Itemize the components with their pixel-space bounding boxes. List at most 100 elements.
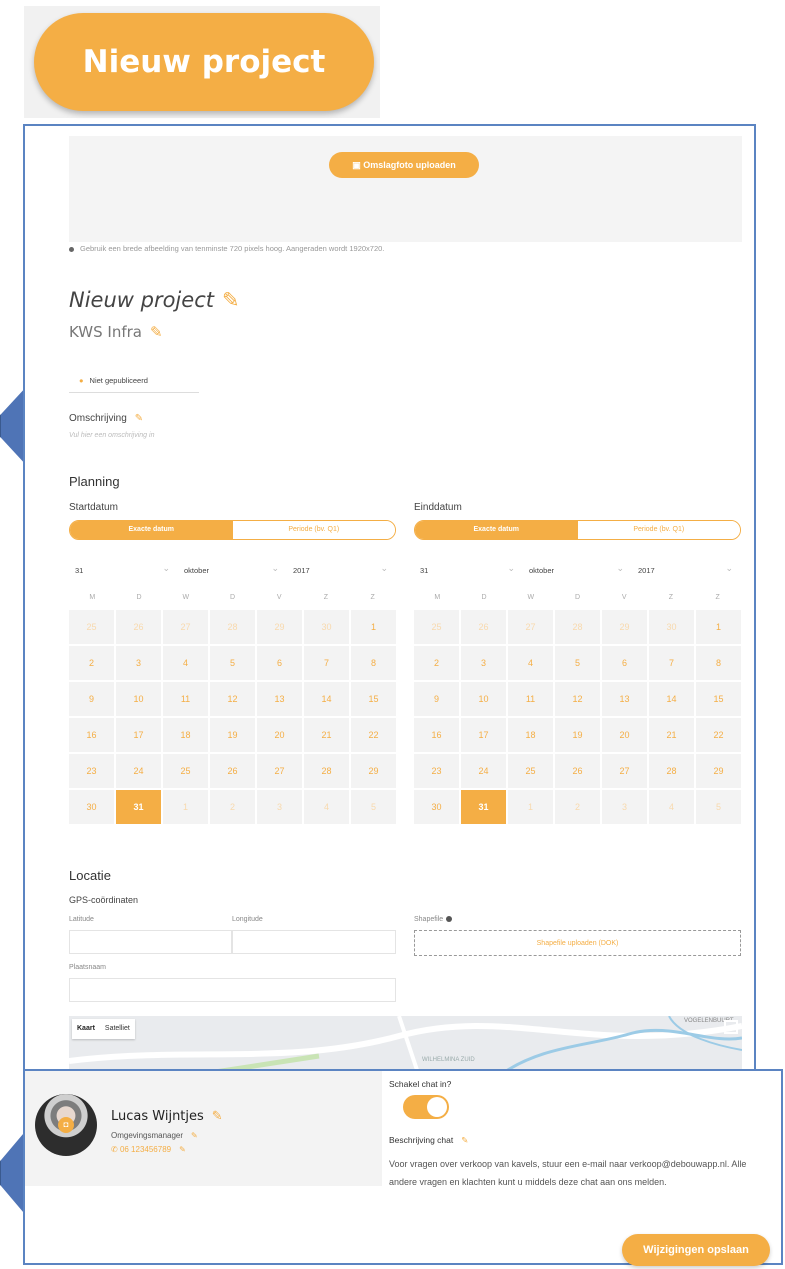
calendar-day[interactable]: 12 xyxy=(555,682,600,716)
end-year-select[interactable]: 2017 xyxy=(632,559,741,580)
calendar-day[interactable]: 22 xyxy=(351,718,396,752)
calendar-day[interactable]: 8 xyxy=(696,646,741,680)
calendar-day[interactable]: 5 xyxy=(210,646,255,680)
place-input[interactable] xyxy=(69,978,396,1002)
calendar-day[interactable]: 2 xyxy=(414,646,459,680)
calendar-day[interactable]: 5 xyxy=(351,790,396,824)
calendar-day[interactable]: 12 xyxy=(210,682,255,716)
pencil-icon[interactable]: ✎ xyxy=(212,1109,223,1124)
calendar-day[interactable]: 3 xyxy=(257,790,302,824)
info-icon[interactable] xyxy=(446,916,453,923)
latitude-input[interactable] xyxy=(69,930,232,954)
calendar-day[interactable]: 3 xyxy=(461,646,506,680)
calendar-day[interactable]: 7 xyxy=(304,646,349,680)
calendar-day[interactable]: 23 xyxy=(69,754,114,788)
calendar-day[interactable]: 17 xyxy=(461,718,506,752)
calendar-day[interactable]: 4 xyxy=(508,646,553,680)
company-name[interactable]: KWS Infra ✎ xyxy=(69,323,163,341)
calendar-day[interactable]: 9 xyxy=(414,682,459,716)
calendar-day[interactable]: 14 xyxy=(649,682,694,716)
pencil-icon[interactable]: ✎ xyxy=(150,323,163,341)
calendar-day[interactable]: 6 xyxy=(257,646,302,680)
calendar-day[interactable]: 26 xyxy=(555,754,600,788)
calendar-day[interactable]: 16 xyxy=(69,718,114,752)
calendar-day[interactable]: 31 xyxy=(116,790,161,824)
calendar-day[interactable]: 27 xyxy=(602,754,647,788)
calendar-day[interactable]: 14 xyxy=(304,682,349,716)
calendar-day[interactable]: 3 xyxy=(602,790,647,824)
calendar-day[interactable]: 11 xyxy=(163,682,208,716)
pencil-icon[interactable]: ✎ xyxy=(191,1131,198,1140)
calendar-day[interactable]: 4 xyxy=(649,790,694,824)
calendar-day[interactable]: 21 xyxy=(304,718,349,752)
map-view[interactable]: Kaart Satelliet VOGELENBUURT WILHELMINA … xyxy=(69,1016,742,1069)
calendar-day[interactable]: 28 xyxy=(304,754,349,788)
calendar-day[interactable]: 15 xyxy=(696,682,741,716)
chat-description-text[interactable]: Voor vragen over verkoop van kavels, stu… xyxy=(389,1155,769,1191)
avatar[interactable]: ◘ xyxy=(35,1094,97,1156)
calendar-day[interactable]: 24 xyxy=(461,754,506,788)
satellite-tab[interactable]: Satelliet xyxy=(100,1019,135,1039)
calendar-day[interactable]: 2 xyxy=(69,646,114,680)
new-project-button[interactable]: Nieuw project xyxy=(34,13,374,111)
chat-toggle-switch[interactable] xyxy=(403,1095,449,1119)
calendar-day[interactable]: 13 xyxy=(257,682,302,716)
calendar-day[interactable]: 15 xyxy=(351,682,396,716)
calendar-day[interactable]: 19 xyxy=(555,718,600,752)
calendar-day[interactable]: 31 xyxy=(461,790,506,824)
calendar-day[interactable]: 7 xyxy=(649,646,694,680)
calendar-day[interactable]: 25 xyxy=(508,754,553,788)
calendar-day[interactable]: 20 xyxy=(257,718,302,752)
calendar-day[interactable]: 29 xyxy=(351,754,396,788)
pencil-icon[interactable]: ✎ xyxy=(135,413,143,424)
calendar-day[interactable]: 21 xyxy=(649,718,694,752)
calendar-day[interactable]: 1 xyxy=(696,610,741,644)
calendar-day[interactable]: 10 xyxy=(461,682,506,716)
calendar-day[interactable]: 24 xyxy=(116,754,161,788)
cover-upload-button[interactable]: ▣ Omslagfoto uploaden xyxy=(329,152,479,178)
calendar-day[interactable]: 25 xyxy=(69,610,114,644)
calendar-day[interactable]: 29 xyxy=(602,610,647,644)
contact-name[interactable]: Lucas Wijntjes ✎ xyxy=(111,1109,223,1124)
calendar-day[interactable]: 29 xyxy=(257,610,302,644)
calendar-day[interactable]: 2 xyxy=(210,790,255,824)
calendar-day[interactable]: 27 xyxy=(508,610,553,644)
calendar-day[interactable]: 17 xyxy=(116,718,161,752)
calendar-day[interactable]: 28 xyxy=(649,754,694,788)
calendar-day[interactable]: 4 xyxy=(163,646,208,680)
calendar-day[interactable]: 16 xyxy=(414,718,459,752)
project-title[interactable]: Nieuw project ✎ xyxy=(69,288,240,312)
status-select[interactable]: ● Niet gepubliceerd xyxy=(69,369,199,393)
calendar-day[interactable]: 10 xyxy=(116,682,161,716)
calendar-day[interactable]: 25 xyxy=(163,754,208,788)
description-input[interactable]: Vul hier een omschrijving in xyxy=(69,432,154,439)
map-tab[interactable]: Kaart xyxy=(72,1019,100,1039)
calendar-day[interactable]: 30 xyxy=(649,610,694,644)
start-exact-date-tab[interactable]: Exacte datum xyxy=(70,521,233,539)
calendar-day[interactable]: 6 xyxy=(602,646,647,680)
calendar-day[interactable]: 18 xyxy=(163,718,208,752)
calendar-day[interactable]: 1 xyxy=(351,610,396,644)
calendar-day[interactable]: 28 xyxy=(210,610,255,644)
calendar-day[interactable]: 8 xyxy=(351,646,396,680)
calendar-day[interactable]: 1 xyxy=(508,790,553,824)
pencil-icon[interactable]: ✎ xyxy=(179,1145,186,1154)
calendar-day[interactable]: 30 xyxy=(69,790,114,824)
save-changes-button[interactable]: Wijzigingen opslaan xyxy=(622,1234,770,1266)
calendar-day[interactable]: 30 xyxy=(414,790,459,824)
calendar-day[interactable]: 27 xyxy=(257,754,302,788)
calendar-day[interactable]: 3 xyxy=(116,646,161,680)
calendar-day[interactable]: 13 xyxy=(602,682,647,716)
end-exact-date-tab[interactable]: Exacte datum xyxy=(415,521,578,539)
calendar-day[interactable]: 2 xyxy=(555,790,600,824)
calendar-day[interactable]: 28 xyxy=(555,610,600,644)
pencil-icon[interactable]: ✎ xyxy=(222,288,240,312)
calendar-day[interactable]: 26 xyxy=(461,610,506,644)
calendar-day[interactable]: 27 xyxy=(163,610,208,644)
calendar-day[interactable]: 18 xyxy=(508,718,553,752)
start-period-tab[interactable]: Periode (bv. Q1) xyxy=(232,521,395,539)
calendar-day[interactable]: 26 xyxy=(116,610,161,644)
longitude-input[interactable] xyxy=(232,930,396,954)
calendar-day[interactable]: 30 xyxy=(304,610,349,644)
calendar-day[interactable]: 20 xyxy=(602,718,647,752)
